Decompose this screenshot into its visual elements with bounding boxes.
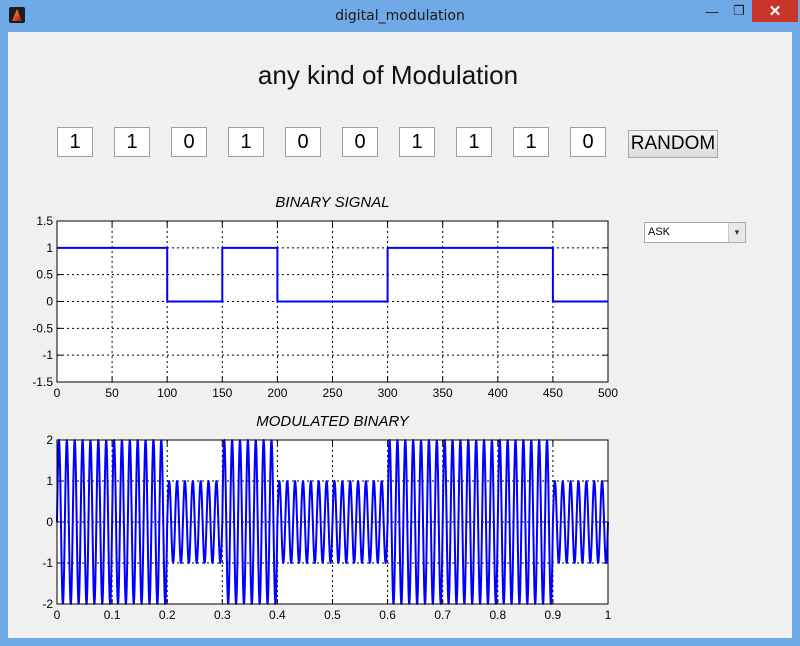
- modulated-x-tick-label: 0: [54, 608, 61, 622]
- binary-x-tick-label: 450: [543, 386, 563, 400]
- app-window: digital_modulation — ❐ ✕ any kind of Mod…: [0, 0, 800, 646]
- binary-plot: 0 50 100 150 200 250 300 350 400 450 500 1.5 1 0.5 0 -0…: [32, 194, 618, 400]
- binary-x-tick-label: 300: [378, 386, 398, 400]
- binary-x-tick-label: 50: [105, 386, 119, 400]
- binary-x-tick-label: 350: [433, 386, 453, 400]
- modulated-x-tick-label: 0.2: [159, 608, 176, 622]
- binary-x-tick-label: 500: [598, 386, 618, 400]
- modulated-x-tick-label: 0.7: [434, 608, 451, 622]
- binary-plot-title: BINARY SIGNAL: [275, 194, 389, 211]
- modulated-y-tick-label: 2: [46, 433, 53, 447]
- plots-canvas: 0 50 100 150 200 250 300 350 400 450 5001.510.50-0…: [32, 194, 618, 622]
- binary-x-tick-label: 0: [54, 386, 61, 400]
- modulated-x-tick-label: 0.9: [545, 608, 562, 622]
- modulated-x-tick-label: 0.3: [214, 608, 231, 622]
- modulated-x-tick-label: 0.5: [324, 608, 341, 622]
- binary-y-tick-label: -1.5: [32, 375, 53, 389]
- binary-y-tick-label: 0: [46, 295, 53, 309]
- binary-x-tick-label: 200: [267, 386, 287, 400]
- modulated-x-tick-label: 0.6: [379, 608, 396, 622]
- modulated-x-tick-label: 0.1: [104, 608, 121, 622]
- modulated-y-tick-label: 0: [46, 515, 53, 529]
- modulated-y-tick-label: -1: [42, 556, 53, 570]
- binary-x-tick-label: 150: [212, 386, 232, 400]
- binary-y-tick-label: 1.5: [36, 214, 53, 228]
- modulated-plot: 0 0.1 0.2 0.3 0.4 0.5 0.6 0.7 0.8 0.9 1 2 1 0 -1 -2 MODU…: [42, 413, 611, 622]
- modulated-y-tick-label: 1: [46, 474, 53, 488]
- binary-y-tick-label: -1: [42, 348, 53, 362]
- modulated-plot-title: MODULATED BINARY: [256, 413, 410, 430]
- binary-y-tick-label: -0.5: [32, 321, 53, 335]
- binary-x-tick-label: 100: [157, 386, 177, 400]
- modulated-x-tick-label: 0.8: [489, 608, 506, 622]
- modulated-y-tick-label: -2: [42, 597, 53, 611]
- modulated-x-tick-label: 0.4: [269, 608, 286, 622]
- binary-x-tick-label: 250: [322, 386, 342, 400]
- modulated-x-tick-label: 1: [605, 608, 612, 622]
- binary-y-tick-label: 1: [46, 241, 53, 255]
- binary-y-tick-label: 0.5: [36, 268, 53, 282]
- binary-x-tick-label: 400: [488, 386, 508, 400]
